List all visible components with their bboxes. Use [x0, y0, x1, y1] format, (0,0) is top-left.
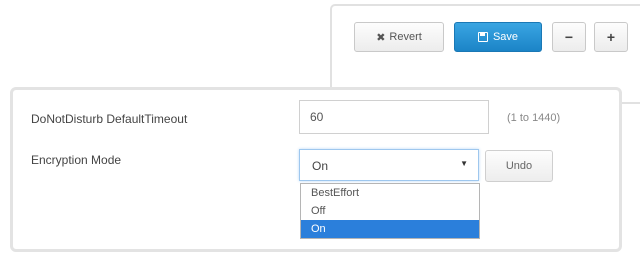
undo-button[interactable]: Undo	[485, 150, 553, 182]
dropdown-option-besteffort[interactable]: BestEffort	[301, 184, 479, 202]
save-button[interactable]: Save	[454, 22, 542, 52]
dnd-timeout-input[interactable]	[299, 100, 489, 134]
save-button-label: Save	[492, 31, 519, 43]
minus-icon: −	[564, 29, 574, 45]
encryption-mode-label: Encryption Mode	[31, 153, 122, 167]
page: ✖ Revert Save − + DoNotDisturb DefaultTi…	[0, 0, 640, 255]
undo-button-label: Undo	[505, 160, 533, 172]
caret-down-icon: ▼	[460, 159, 468, 168]
encryption-mode-value: On	[312, 159, 329, 173]
plus-button[interactable]: +	[594, 22, 628, 52]
dropdown-option-on[interactable]: On	[301, 220, 479, 238]
encryption-mode-dropdown: BestEffort Off On	[300, 183, 480, 239]
floppy-disk-icon	[477, 32, 488, 42]
minus-button[interactable]: −	[552, 22, 586, 52]
revert-button-label: Revert	[389, 31, 422, 43]
x-icon: ✖	[376, 31, 386, 44]
encryption-mode-select[interactable]: On ▼	[299, 149, 479, 181]
dnd-range-hint: (1 to 1440)	[507, 112, 561, 124]
settings-panel: DoNotDisturb DefaultTimeout (1 to 1440) …	[10, 87, 622, 252]
dropdown-option-off[interactable]: Off	[301, 202, 479, 220]
dnd-timeout-label: DoNotDisturb DefaultTimeout	[31, 112, 188, 126]
revert-button[interactable]: ✖ Revert	[354, 22, 444, 52]
plus-icon: +	[606, 29, 616, 45]
